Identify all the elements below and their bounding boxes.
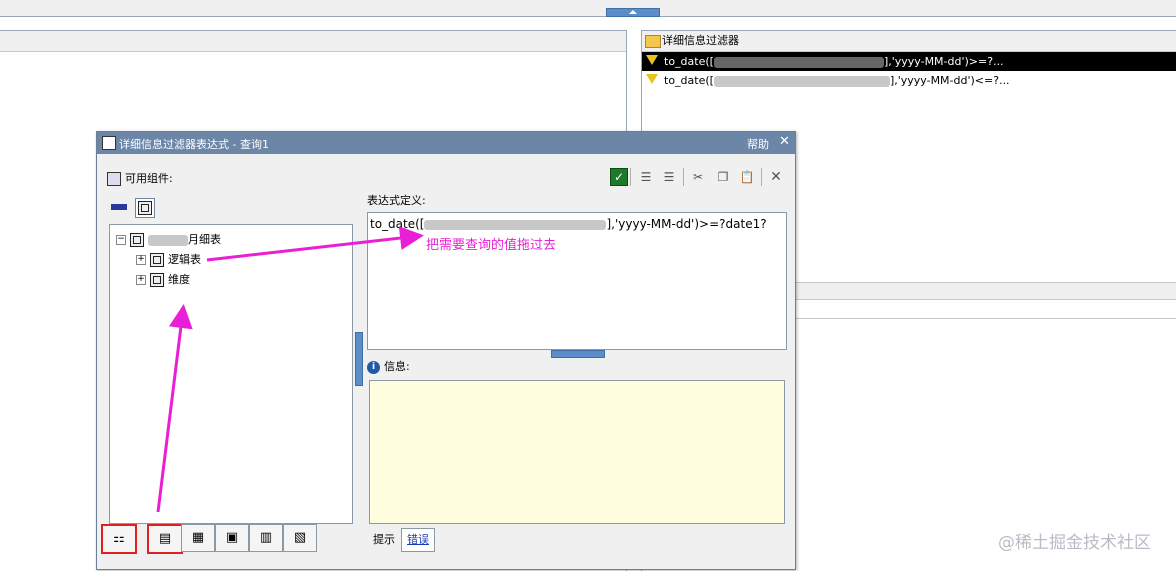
- annotation-arrows: [156, 226, 424, 513]
- tab-pointer-arrow: [156, 304, 193, 513]
- drag-arrow: [206, 226, 424, 262]
